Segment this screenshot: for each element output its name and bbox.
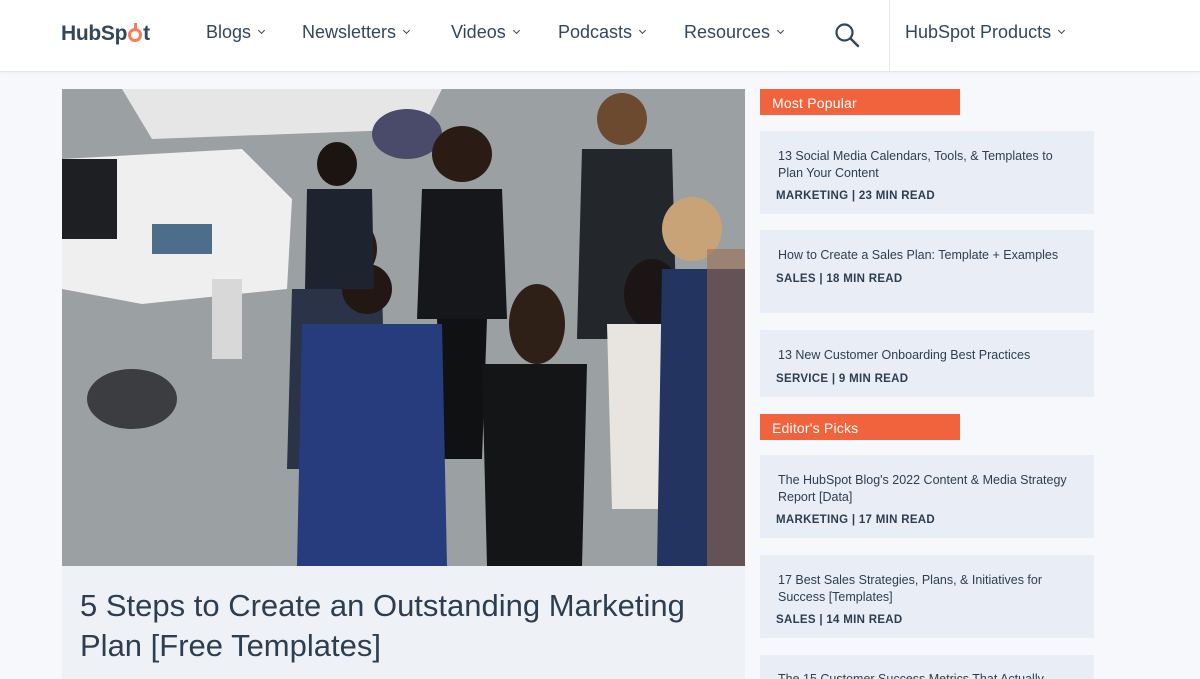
chevron-down-icon (402, 26, 411, 35)
header-divider (889, 0, 890, 72)
card-meta: SERVICE | 9 MIN READ (776, 373, 1078, 385)
most-popular-label: Most Popular (760, 89, 960, 115)
nav-hubspot-products-label: HubSpot Products (905, 22, 1052, 42)
nav-videos[interactable]: Videos (451, 22, 520, 43)
card-meta: MARKETING | 17 MIN READ (776, 514, 1078, 526)
meta-separator: | (848, 190, 859, 202)
sidebar-article-card[interactable]: 17 Best Sales Strategies, Plans, & Initi… (760, 555, 1094, 638)
card-meta: SALES | 14 MIN READ (776, 614, 1078, 626)
card-category: SALES (776, 614, 816, 626)
site-header: HubSp t Blogs Newsletters Videos Podcasts… (0, 0, 1200, 72)
nav-newsletters[interactable]: Newsletters (302, 22, 411, 43)
card-read-time: 18 MIN READ (826, 272, 903, 285)
meta-separator: | (815, 272, 827, 285)
chevron-down-icon (639, 26, 647, 35)
chevron-down-icon (777, 26, 785, 35)
meta-separator: | (848, 514, 859, 526)
meta-separator: | (815, 614, 827, 626)
nav-blogs[interactable]: Blogs (206, 22, 266, 43)
nav-newsletters-label: Newsletters (302, 22, 397, 42)
card-read-time: 9 MIN READ (838, 372, 909, 385)
meta-separator: | (828, 372, 839, 385)
chevron-down-icon (512, 26, 520, 35)
featured-article-image[interactable] (62, 89, 745, 566)
card-meta: SALES | 18 MIN READ (776, 273, 1078, 285)
logo-text-end: t (143, 22, 150, 45)
nav-resources-label: Resources (684, 22, 771, 42)
editors-picks-label: Editor's Picks (760, 414, 960, 440)
card-title[interactable]: How to Create a Sales Plan: Template + E… (778, 247, 1078, 264)
hubspot-logo[interactable]: HubSp t (61, 22, 150, 46)
card-title[interactable]: 13 Social Media Calendars, Tools, & Temp… (778, 148, 1078, 181)
card-category: SALES (776, 272, 816, 285)
card-meta: MARKETING | 23 MIN READ (776, 190, 1078, 202)
logo-text-start: HubSp (61, 22, 128, 45)
featured-article[interactable]: 5 Steps to Create an Outstanding Marketi… (62, 89, 745, 679)
search-icon[interactable] (834, 22, 860, 48)
nav-videos-label: Videos (451, 22, 506, 42)
sidebar-article-card[interactable]: The 15 Customer Success Metrics That Act… (760, 655, 1094, 679)
card-read-time: 14 MIN READ (826, 614, 903, 626)
featured-article-title[interactable]: 5 Steps to Create an Outstanding Marketi… (80, 586, 720, 666)
card-category: MARKETING (776, 190, 849, 202)
card-read-time: 17 MIN READ (858, 514, 936, 526)
card-category: SERVICE (776, 372, 829, 385)
card-title[interactable]: The 15 Customer Success Metrics That Act… (778, 671, 1078, 679)
nav-resources[interactable]: Resources (684, 22, 785, 43)
card-title[interactable]: 13 New Customer Onboarding Best Practice… (778, 347, 1078, 364)
sidebar-article-card[interactable]: 13 New Customer Onboarding Best Practice… (760, 330, 1094, 397)
chevron-down-icon (1058, 26, 1066, 35)
card-title[interactable]: 17 Best Sales Strategies, Plans, & Initi… (778, 572, 1078, 605)
sidebar-article-card[interactable]: The HubSpot Blog's 2022 Content & Media … (760, 455, 1094, 538)
nav-blogs-label: Blogs (206, 22, 252, 42)
sidebar-article-card[interactable]: How to Create a Sales Plan: Template + E… (760, 230, 1094, 313)
card-read-time: 23 MIN READ (858, 190, 936, 202)
nav-podcasts[interactable]: Podcasts (558, 22, 647, 43)
nav-hubspot-products[interactable]: HubSpot Products (905, 22, 1066, 43)
card-category: MARKETING (776, 514, 849, 526)
card-title[interactable]: The HubSpot Blog's 2022 Content & Media … (778, 472, 1078, 505)
nav-podcasts-label: Podcasts (558, 22, 633, 42)
chevron-down-icon (257, 26, 266, 35)
sprocket-icon (128, 23, 143, 42)
sidebar-article-card[interactable]: 13 Social Media Calendars, Tools, & Temp… (760, 131, 1094, 214)
